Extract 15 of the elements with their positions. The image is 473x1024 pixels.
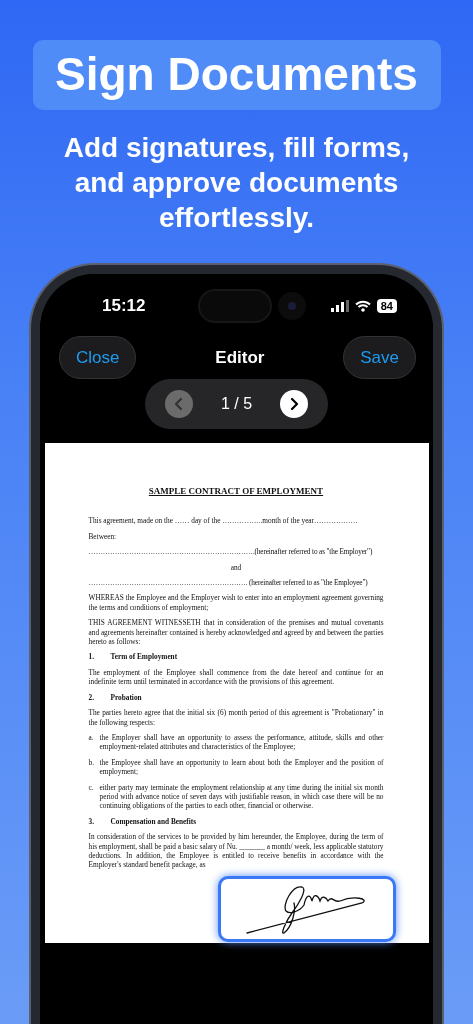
page-counter: 1 / 5	[219, 395, 254, 413]
wifi-icon	[354, 300, 371, 312]
status-time: 15:12	[102, 296, 146, 316]
close-button[interactable]: Close	[59, 336, 137, 379]
subtitle: Add signatures, fill forms, and approve documents effortlessly.	[62, 131, 411, 235]
battery-level: 84	[376, 299, 397, 313]
signature-field[interactable]	[217, 875, 396, 942]
headline: Sign Documents	[32, 40, 441, 110]
signal-icon	[330, 300, 349, 312]
save-button[interactable]: Save	[343, 336, 416, 379]
chevron-left-icon	[173, 397, 184, 411]
screen-title: Editor	[215, 347, 265, 368]
next-page-button[interactable]	[280, 390, 309, 418]
chevron-right-icon	[289, 397, 300, 411]
document-title: SAMPLE CONTRACT OF EMPLOYMENT	[147, 487, 325, 497]
